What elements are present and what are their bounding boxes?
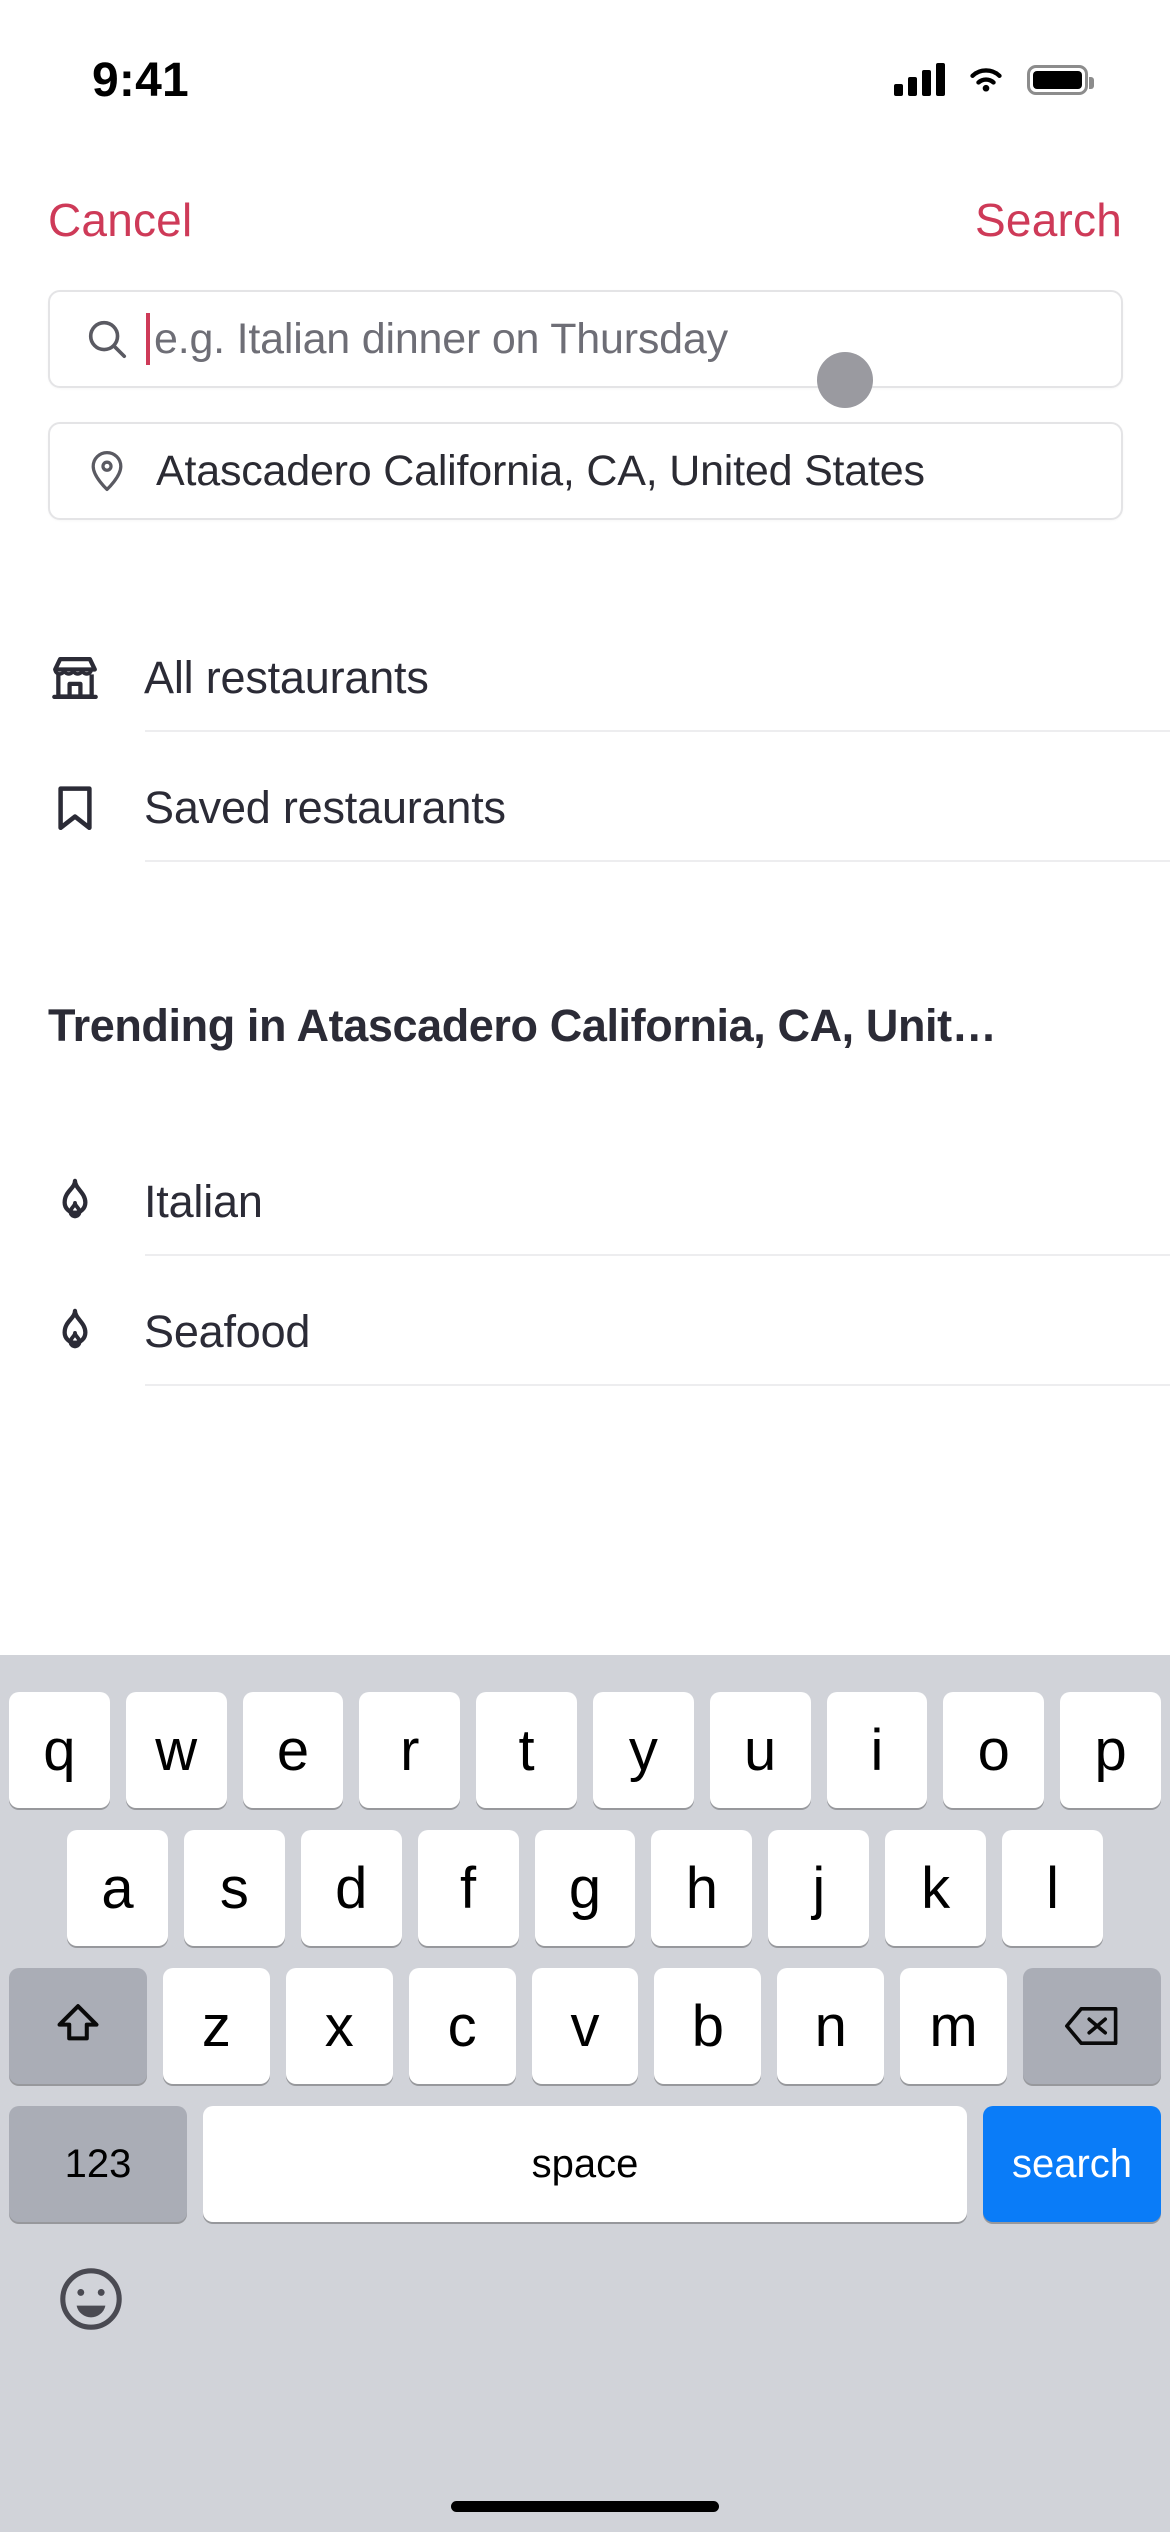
trending-section-title: Trending in Atascadero California, CA, U… <box>48 1000 997 1051</box>
key-l[interactable]: l <box>1002 1830 1104 1946</box>
list-item-label: All restaurants <box>144 652 429 703</box>
keyboard-row-2: asdfghjkl <box>0 1830 1170 1946</box>
shift-key[interactable] <box>9 1968 147 2084</box>
list-item-trending-italian[interactable]: Italian <box>0 1152 1170 1252</box>
key-c[interactable]: c <box>408 1968 516 2084</box>
keyboard-row-1: qwertyuiop <box>0 1692 1170 1808</box>
backspace-icon <box>1065 2007 1118 2045</box>
app-screen: 9:41 Cancel Search e.g. Italian dinner o… <box>0 0 1170 2532</box>
emoji-smiley-icon[interactable] <box>55 2263 127 2335</box>
list-item-all-restaurants[interactable]: All restaurants <box>0 628 1170 728</box>
bookmark-icon <box>58 786 92 831</box>
map-pin-icon <box>91 450 123 492</box>
storefront-icon <box>52 656 98 700</box>
key-o[interactable]: o <box>943 1692 1045 1808</box>
key-z[interactable]: z <box>163 1968 270 2084</box>
key-g[interactable]: g <box>534 1830 636 1946</box>
flame-icon <box>62 1308 88 1349</box>
row-divider <box>145 860 1170 862</box>
cellular-signal-icon <box>894 63 945 96</box>
key-j[interactable]: j <box>768 1830 870 1946</box>
search-input[interactable]: e.g. Italian dinner on Thursday <box>48 290 1123 388</box>
return-search-key[interactable]: search <box>983 2106 1161 2222</box>
location-input[interactable]: Atascadero California, CA, United States <box>48 422 1123 520</box>
key-q[interactable]: q <box>9 1692 110 1808</box>
row-divider <box>145 1254 1170 1256</box>
home-indicator <box>451 2501 719 2512</box>
keyboard-row-3: zxcvbnm <box>0 1968 1170 2084</box>
key-t[interactable]: t <box>476 1692 577 1808</box>
touch-indicator-dot <box>817 352 873 408</box>
search-placeholder: e.g. Italian dinner on Thursday <box>154 314 728 363</box>
key-v[interactable]: v <box>531 1968 639 2084</box>
flame-icon <box>62 1178 88 1219</box>
key-w[interactable]: w <box>125 1692 227 1808</box>
nav-bar: Cancel Search <box>0 170 1170 270</box>
on-screen-keyboard: qwertyuiop asdfghjkl zxcvbnm 123 space s… <box>0 1655 1170 2532</box>
keyboard-row-4: 123 space search <box>0 2106 1170 2222</box>
list-item-label: Seafood <box>144 1306 311 1357</box>
key-d[interactable]: d <box>300 1830 402 1946</box>
space-key[interactable]: space <box>203 2106 967 2222</box>
key-x[interactable]: x <box>285 1968 393 2084</box>
wifi-icon <box>970 68 1002 92</box>
search-button[interactable]: Search <box>975 193 1122 247</box>
key-y[interactable]: y <box>592 1692 694 1808</box>
list-item-label: Saved restaurants <box>144 782 506 833</box>
numeric-key[interactable]: 123 <box>9 2106 187 2222</box>
key-s[interactable]: s <box>183 1830 285 1946</box>
status-bar: 9:41 <box>0 0 1170 132</box>
key-p[interactable]: p <box>1060 1692 1161 1808</box>
cancel-button[interactable]: Cancel <box>48 193 192 247</box>
row-divider <box>145 730 1170 732</box>
key-r[interactable]: r <box>359 1692 461 1808</box>
list-item-label: Italian <box>144 1176 263 1227</box>
row-divider <box>145 1384 1170 1386</box>
key-f[interactable]: f <box>417 1830 519 1946</box>
key-e[interactable]: e <box>242 1692 344 1808</box>
shift-arrow-icon <box>57 2004 99 2041</box>
list-item-trending-seafood[interactable]: Seafood <box>0 1282 1170 1382</box>
key-k[interactable]: k <box>885 1830 987 1946</box>
text-cursor <box>146 313 150 365</box>
battery-icon <box>1027 65 1094 95</box>
key-b[interactable]: b <box>654 1968 762 2084</box>
key-m[interactable]: m <box>900 1968 1008 2084</box>
key-h[interactable]: h <box>651 1830 753 1946</box>
delete-key[interactable] <box>1023 1968 1162 2084</box>
key-a[interactable]: a <box>67 1830 168 1946</box>
key-n[interactable]: n <box>777 1968 885 2084</box>
key-u[interactable]: u <box>709 1692 811 1808</box>
location-value: Atascadero California, CA, United States <box>156 446 925 495</box>
status-indicators <box>894 63 1094 96</box>
search-icon <box>88 320 127 359</box>
key-i[interactable]: i <box>826 1692 928 1808</box>
list-item-saved-restaurants[interactable]: Saved restaurants <box>0 758 1170 858</box>
status-time: 9:41 <box>92 53 189 107</box>
